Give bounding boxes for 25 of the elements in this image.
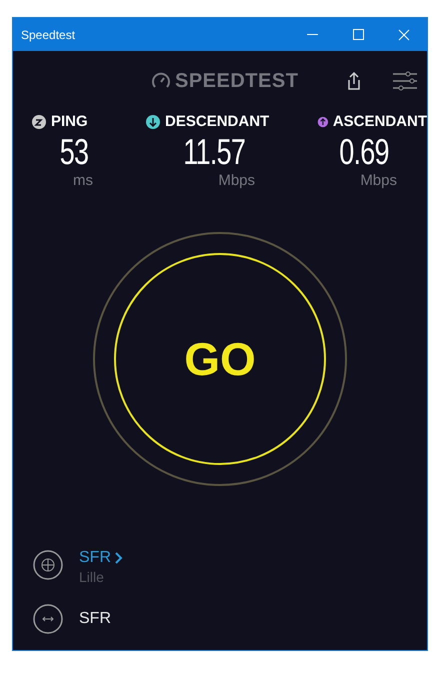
metric-label: ASCENDANT xyxy=(332,112,427,132)
provider-location: Lille xyxy=(79,570,105,584)
logo-text: SPEEDTEST xyxy=(175,69,298,94)
window-title: Speedtest xyxy=(20,26,76,44)
metric-label: DESCENDANT xyxy=(165,112,270,132)
ping-icon xyxy=(31,114,47,130)
chevron-icon[interactable] xyxy=(115,552,123,564)
maximize-icon[interactable] xyxy=(352,29,364,40)
go-button[interactable]: GO xyxy=(114,253,326,465)
download-icon xyxy=(145,114,162,130)
settings-icon[interactable] xyxy=(392,71,418,91)
metric-value: 53 xyxy=(60,134,88,170)
close-icon[interactable] xyxy=(398,28,410,40)
minimize-icon[interactable] xyxy=(306,34,318,36)
metric-value: 0.69 xyxy=(339,134,389,170)
metric-unit: Mbps xyxy=(218,170,256,190)
share-icon[interactable] xyxy=(346,71,362,91)
globe-icon xyxy=(33,550,63,580)
provider-name[interactable]: SFR xyxy=(79,546,111,570)
metric-unit: ms xyxy=(73,170,93,190)
connection-icon xyxy=(33,604,63,634)
metric-unit: Mbps xyxy=(360,170,397,190)
metric-label: PING xyxy=(51,112,88,132)
server-name[interactable]: SFR xyxy=(79,607,111,631)
metric-value: 11.57 xyxy=(182,134,245,170)
